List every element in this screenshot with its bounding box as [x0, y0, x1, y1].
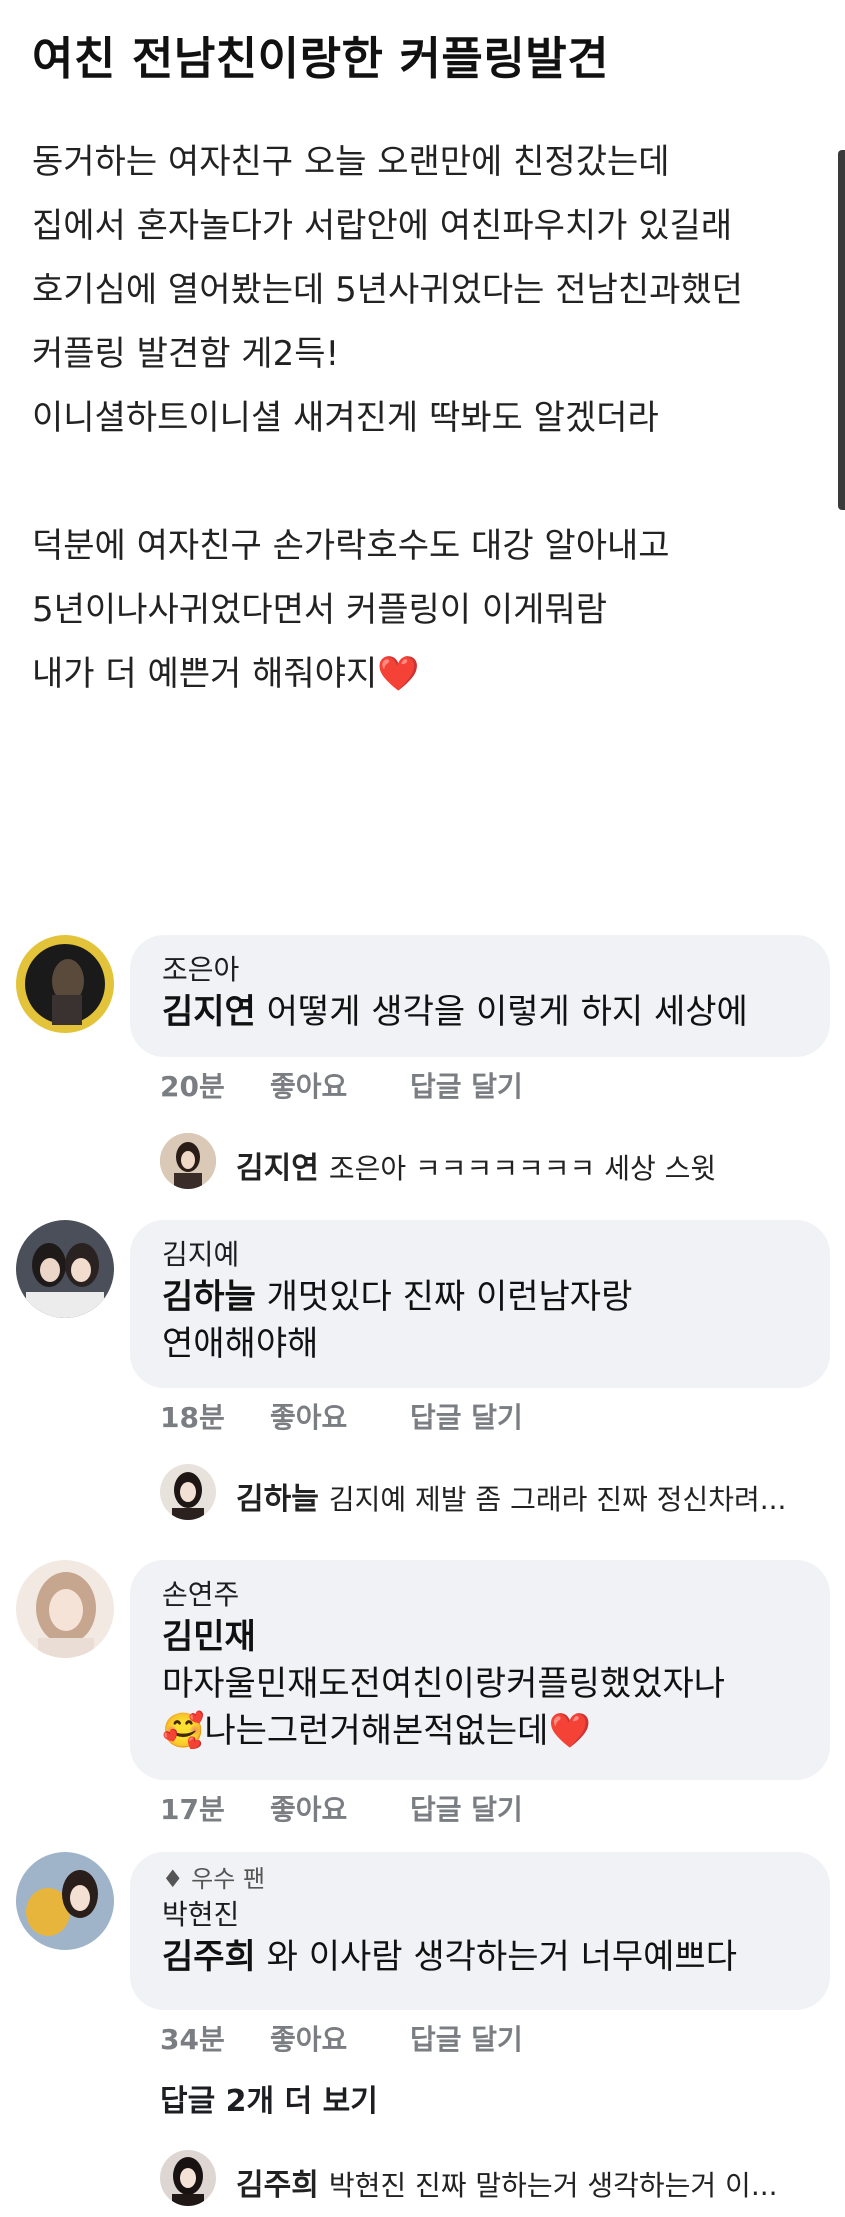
mention-tag[interactable]: 김하늘	[162, 1277, 256, 1317]
avatar[interactable]	[16, 1852, 114, 1950]
comment-text: 개멋있다 진짜 이런남자랑	[255, 1277, 633, 1317]
reply-text: 김지예 제발 좀 그래라 진짜 정신차려...	[328, 1483, 787, 1516]
reply-text: 조은아 ㅋㅋㅋㅋㅋㅋㅋ 세상 스윗	[328, 1152, 717, 1185]
comment-author[interactable]: 박현진	[162, 1896, 794, 1934]
post-line: 동거하는 여자친구 오늘 오랜만에 친정갔는데	[32, 142, 670, 182]
post-line: 덕분에 여자친구 손가락호수도 대강 알아내고	[32, 526, 670, 566]
comment-actions: 17분 좋아요 답글 달기	[160, 1788, 523, 1828]
post-line: 집에서 혼자놀다가 서랍안에 여친파우치가 있길래	[32, 206, 733, 246]
post-line: 이니셜하트이니셜 새겨진게 딱봐도 알겠더라	[32, 398, 659, 438]
reply-button[interactable]: 답글 달기	[410, 1065, 523, 1105]
post-body: 동거하는 여자친구 오늘 오랜만에 친정갔는데 집에서 혼자놀다가 서랍안에 여…	[32, 130, 812, 706]
more-replies-link[interactable]: 답글 2개 더 보기	[160, 2076, 378, 2120]
comment-bubble[interactable]: 손연주 김민재 마자울민재도전여친이랑커플링했었자나 🥰나는그런거해본적없는데❤…	[130, 1560, 830, 1780]
comment-bubble[interactable]: 김지예 김하늘 개멋있다 진짜 이런남자랑 연애해야해	[130, 1220, 830, 1388]
comment-bubble[interactable]: ♦ 우수 팬 박현진 김주희 와 이사람 생각하는거 너무예쁘다	[130, 1852, 830, 2010]
reply-button[interactable]: 답글 달기	[410, 2018, 523, 2058]
comment-actions: 34분 좋아요 답글 달기	[160, 2018, 523, 2058]
avatar[interactable]	[16, 1560, 114, 1658]
mention-tag[interactable]: 김민재	[162, 1614, 794, 1661]
heart-emoji-icon: ❤️	[548, 1711, 591, 1751]
avatar[interactable]	[160, 1464, 216, 1520]
avatar[interactable]	[16, 1220, 114, 1318]
diamond-icon: ♦	[162, 1865, 192, 1893]
post-line: 내가 더 예쁜거 해줘야지❤️	[32, 654, 420, 694]
post-line: 5년이나사귀었다면서 커플링이 이게뭐람	[32, 590, 608, 630]
comment-bubble[interactable]: 조은아 김지연 어떻게 생각을 이렇게 하지 세상에	[130, 935, 830, 1057]
comment-text: 나는그런거해본적없는데	[204, 1711, 549, 1751]
mention-tag[interactable]: 김지연	[162, 992, 256, 1032]
reply-author[interactable]: 김지연	[236, 1151, 319, 1186]
comment-time: 34분	[160, 2023, 225, 2056]
reply-author[interactable]: 김주희	[236, 2168, 319, 2203]
avatar[interactable]	[16, 935, 114, 1033]
comment-time: 18분	[160, 1401, 225, 1434]
comment-author[interactable]: 김지예	[162, 1236, 794, 1274]
post-line: 커플링 발견함 게2득!	[32, 334, 340, 374]
avatar[interactable]	[160, 1133, 216, 1189]
reply-button[interactable]: 답글 달기	[410, 1788, 523, 1828]
top-fan-badge: ♦ 우수 팬	[162, 1865, 266, 1893]
comment-text: 어떻게 생각을 이렇게 하지 세상에	[255, 992, 748, 1032]
scrollbar[interactable]	[838, 150, 845, 510]
comment-text: 연애해야해	[162, 1324, 319, 1364]
mention-tag[interactable]: 김주희	[162, 1937, 256, 1977]
comment-author[interactable]: 조은아	[162, 951, 794, 989]
comment-text: 와 이사람 생각하는거 너무예쁘다	[255, 1937, 737, 1977]
comment-time: 17분	[160, 1793, 225, 1826]
comment-time: 20분	[160, 1070, 225, 1103]
smiling-face-hearts-icon: 🥰	[162, 1711, 205, 1751]
like-button[interactable]: 좋아요	[270, 2018, 410, 2058]
reply-button[interactable]: 답글 달기	[410, 1396, 523, 1436]
reply-author[interactable]: 김하늘	[236, 1482, 319, 1517]
comment-actions: 18분 좋아요 답글 달기	[160, 1396, 523, 1436]
comment-actions: 20분 좋아요 답글 달기	[160, 1065, 523, 1105]
like-button[interactable]: 좋아요	[270, 1788, 410, 1828]
like-button[interactable]: 좋아요	[270, 1065, 410, 1105]
comment-text: 마자울민재도전여친이랑커플링했었자나	[162, 1664, 726, 1704]
post-line: 호기심에 열어봤는데 5년사귀었다는 전남친과했던	[32, 270, 743, 310]
heart-emoji-icon: ❤️	[377, 654, 420, 694]
comment-author[interactable]: 손연주	[162, 1576, 794, 1614]
like-button[interactable]: 좋아요	[270, 1396, 410, 1436]
reply-text: 박현진 진짜 말하는거 생각하는거 이...	[328, 2169, 778, 2202]
post-title: 여친 전남친이랑한 커플링발견	[32, 32, 610, 85]
avatar[interactable]	[160, 2150, 216, 2206]
